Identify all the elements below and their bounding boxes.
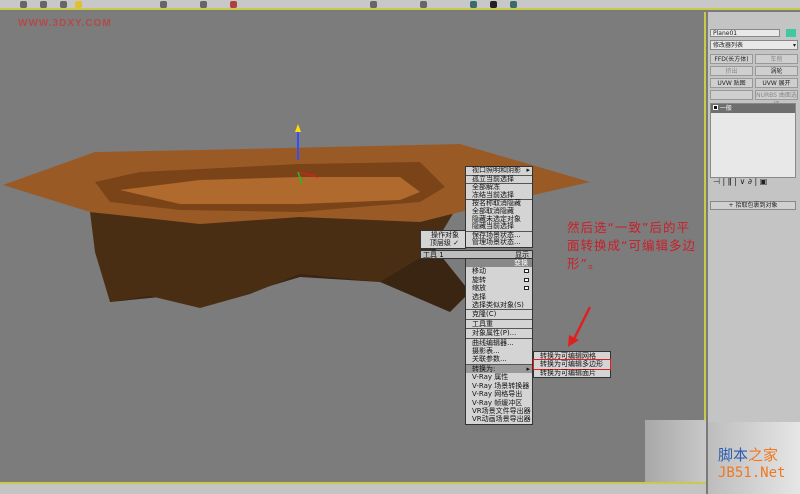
modifier-stack[interactable]: 一般 bbox=[710, 103, 796, 178]
menu-item[interactable]: 曲线编辑器... bbox=[466, 337, 532, 347]
menu-item-convert-to[interactable]: 转换为: ▸ bbox=[466, 363, 532, 374]
modifier-button[interactable]: NURBS 曲面选择 bbox=[755, 90, 798, 108]
toolbar-icon[interactable] bbox=[510, 1, 517, 8]
convert-submenu: 转换为可编辑网格 转换为可编辑多边形 转换为可编辑面片 bbox=[533, 351, 611, 379]
modifier-button[interactable]: 涡轮 bbox=[755, 66, 798, 76]
stack-item[interactable]: 一般 bbox=[711, 104, 795, 113]
menu-item[interactable]: 视口照明和阴影 ▸ bbox=[466, 166, 532, 175]
menu-item[interactable]: 选择 bbox=[466, 293, 532, 301]
rollout-pick-wrap[interactable]: + 拾取包裹到对象 bbox=[710, 201, 796, 210]
menu-item[interactable]: VR动画场景导出器 bbox=[466, 415, 532, 423]
modifier-button[interactable]: 挤出 bbox=[710, 66, 753, 76]
menu-item[interactable]: 管理场景状态... bbox=[466, 239, 532, 247]
menu-item-editable-patch[interactable]: 转换为可编辑面片 bbox=[534, 369, 610, 377]
toolbar-icon[interactable] bbox=[420, 1, 427, 8]
toolbar-icon[interactable] bbox=[60, 1, 67, 8]
stack-tool-icons[interactable]: ⊣ | ǁ | ∨ ∂ | ▣ bbox=[713, 177, 767, 186]
menu-item[interactable]: 顶层级 ✓ bbox=[421, 239, 465, 247]
menu-item[interactable]: 工具重 bbox=[466, 318, 532, 328]
modifier-button[interactable]: FFD(长方体) bbox=[710, 54, 753, 64]
modifier-button[interactable]: UVW 展开 bbox=[755, 78, 798, 88]
menu-item[interactable]: 关联参数... bbox=[466, 355, 532, 363]
annotation-text: 然后选“一致”后的平面转换成“可编辑多边形”。 bbox=[567, 220, 696, 271]
modifier-button[interactable]: UVW 贴图 bbox=[710, 78, 753, 88]
command-panel: Plane01 修改器列表 ▾ FFD(长方体) 车削 挤出 涡轮 UVW 贴图 … bbox=[708, 12, 800, 494]
menu-item[interactable]: V-Ray 帧缓冲区 bbox=[466, 399, 532, 407]
menu-item-editable-poly[interactable]: 转换为可编辑多边形 bbox=[533, 359, 611, 370]
timeline-bar bbox=[0, 482, 706, 494]
toolbar-icon[interactable] bbox=[370, 1, 377, 8]
menu-item[interactable]: 克隆(C) bbox=[466, 309, 532, 318]
menu-item-scale[interactable]: 缩放 bbox=[466, 284, 532, 292]
menu-item[interactable]: 隐藏当前选择 bbox=[466, 223, 532, 231]
modifier-list-dropdown[interactable]: 修改器列表 ▾ bbox=[710, 40, 798, 50]
menu-item[interactable]: 孤立当前选择 bbox=[466, 174, 532, 184]
menu-item[interactable]: V-Ray 网格导出 bbox=[466, 390, 532, 398]
toolbar-icon[interactable] bbox=[160, 1, 167, 8]
menu-item[interactable]: V-Ray 属性 bbox=[466, 373, 532, 381]
toolbar-icon[interactable] bbox=[200, 1, 207, 8]
site-logo: 脚本之家 JB51.Net bbox=[718, 446, 786, 481]
menu-item[interactable]: 选择类似对象(S) bbox=[466, 301, 532, 309]
quad-menu-tools: 操作对象 顶层级 ✓ bbox=[420, 230, 466, 249]
toolbar-icon[interactable] bbox=[75, 1, 82, 8]
toolbar-icon[interactable] bbox=[20, 1, 27, 8]
menu-item-move[interactable]: 移动 bbox=[466, 267, 532, 275]
main-toolbar bbox=[0, 0, 800, 10]
toolbar-icon[interactable] bbox=[490, 1, 497, 8]
modifier-button[interactable]: 车削 bbox=[755, 54, 798, 64]
toolbar-icon[interactable] bbox=[230, 1, 237, 8]
menu-item-rotate[interactable]: 旋转 bbox=[466, 276, 532, 284]
toolbar-icon[interactable] bbox=[40, 1, 47, 8]
quad-menu-transform: 变换 移动 旋转 缩放 选择 选择类似对象(S) 克隆(C) 工具重 对象属性(… bbox=[465, 258, 533, 425]
red-arrow-icon bbox=[568, 306, 592, 347]
modifier-button[interactable] bbox=[710, 90, 753, 100]
menu-item[interactable]: V-Ray 场景转换器 bbox=[466, 382, 532, 390]
object-color-swatch[interactable] bbox=[786, 29, 796, 37]
menu-item[interactable]: 对象属性(P)... bbox=[466, 328, 532, 337]
quad-menu-display: 视口照明和阴影 ▸ 孤立当前选择 全部解冻 冻结当前选择 按名称取消隐藏 全部取消… bbox=[465, 166, 533, 248]
object-name-field[interactable]: Plane01 bbox=[710, 29, 780, 37]
toolbar-icon[interactable] bbox=[470, 1, 477, 8]
